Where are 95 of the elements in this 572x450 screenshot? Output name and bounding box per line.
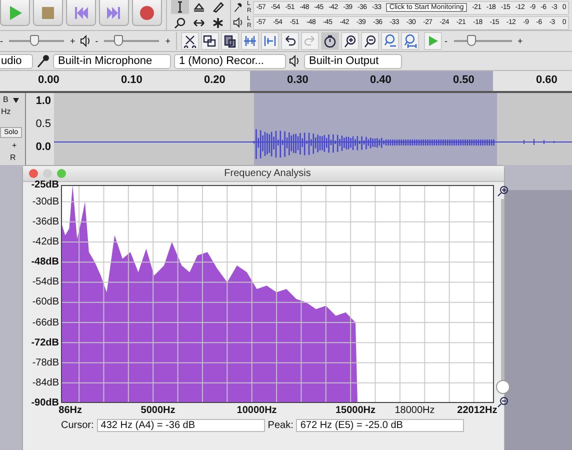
minus-label: - — [95, 36, 98, 46]
paste-button[interactable] — [220, 32, 239, 50]
zoom-in-icon[interactable] — [497, 185, 509, 197]
skip-start-button[interactable] — [66, 0, 96, 26]
axis-label: 15000Hz — [336, 405, 376, 416]
time-label: 0.50 — [453, 74, 474, 86]
plus-label: + — [165, 36, 171, 46]
select-tool[interactable] — [171, 0, 189, 14]
microphone-icon — [36, 54, 50, 68]
input-channels-select[interactable]: 1 (Mono) Recor... — [174, 54, 286, 68]
multi-icon — [212, 16, 224, 28]
zoom-icon — [174, 16, 186, 28]
zoom-out-button[interactable] — [360, 32, 379, 50]
record-button[interactable] — [132, 0, 162, 26]
track-name[interactable]: B — [3, 95, 8, 104]
plus-label: + — [518, 36, 523, 46]
axis-label: -72dB — [31, 337, 59, 348]
amplitude-label: 0.0 — [36, 141, 51, 153]
sync-icon — [322, 34, 337, 48]
axis-label: -25dB — [31, 180, 59, 190]
time-label: 0.40 — [370, 74, 392, 86]
speaker-icon[interactable] — [233, 17, 245, 28]
undo-icon — [282, 34, 297, 48]
zoom-in-button[interactable] — [340, 32, 359, 50]
copy-button[interactable] — [200, 32, 219, 50]
cursor-label: Cursor: — [61, 420, 94, 431]
zoom-out-icon[interactable] — [497, 396, 509, 408]
axis-label: 18000Hz — [394, 405, 435, 416]
axis-label: -66dB — [32, 317, 59, 328]
axis-label: 86Hz — [58, 405, 82, 416]
cut-button[interactable] — [180, 32, 199, 50]
speaker-icon — [80, 35, 92, 47]
paste-icon — [222, 34, 237, 48]
axis-label: -48dB — [31, 256, 59, 268]
trim-button[interactable] — [240, 32, 259, 50]
axis-label: -36dB — [32, 216, 59, 228]
record-icon — [138, 4, 156, 22]
slider-thumb[interactable] — [466, 35, 476, 46]
output-device-select[interactable]: Built-in Output — [304, 54, 402, 68]
fit-project-button[interactable] — [400, 32, 419, 50]
peak-field: 672 Hz (E5) = -25.0 dB — [296, 419, 464, 432]
gain-label: + — [12, 141, 17, 150]
input-device-select[interactable]: Built-in Microphone — [53, 54, 171, 68]
close-button[interactable] — [29, 169, 38, 178]
plus-label: + — [70, 36, 76, 46]
cursor-field: 432 Hz (A4) = -36 dB — [96, 419, 265, 432]
dropdown-caret-icon[interactable] — [13, 98, 19, 103]
axis-label: -84dB — [32, 377, 59, 388]
axis-label: -42dB — [32, 236, 59, 248]
axis-label: 10000Hz — [236, 405, 277, 416]
axis-label: -54dB — [32, 276, 59, 288]
spectrum-chart[interactable] — [61, 185, 494, 403]
fit-project-icon — [402, 34, 417, 48]
fit-selection-icon — [382, 34, 397, 48]
axis-label: -90dB — [31, 398, 59, 408]
time-label: 0.60 — [536, 74, 558, 86]
slider-thumb[interactable] — [496, 380, 510, 394]
window-title: Frequency Analysis — [223, 168, 312, 179]
slider-thumb[interactable] — [114, 35, 124, 46]
sync-button[interactable] — [320, 32, 339, 50]
trim-icon — [242, 34, 257, 48]
redo-icon — [302, 34, 317, 48]
amplitude-label: 0.5 — [36, 118, 51, 130]
envelope-icon — [193, 1, 205, 13]
time-label: 0.00 — [38, 74, 60, 86]
silence-button[interactable] — [260, 32, 279, 50]
axis-label: -60dB — [32, 296, 59, 308]
speaker-icon — [289, 55, 301, 67]
sample-rate-label: Hz — [1, 107, 11, 116]
fit-selection-button[interactable] — [380, 32, 399, 50]
silence-icon — [262, 34, 277, 48]
zoom-out-icon — [362, 34, 377, 48]
axis-label: 22012Hz — [457, 405, 498, 416]
timeshift-icon — [193, 16, 205, 28]
amplitude-label: 1.0 — [36, 95, 51, 107]
zoom-in-icon — [342, 34, 357, 48]
skip-end-button[interactable] — [99, 0, 129, 26]
stop-button[interactable] — [33, 0, 63, 26]
time-label: 0.10 — [121, 74, 142, 86]
minus-label: - — [0, 36, 3, 46]
axis-label: -78dB — [32, 357, 59, 368]
time-label: 0.20 — [204, 74, 226, 86]
axis-label: -30dB — [32, 196, 59, 208]
pan-label: R — [10, 153, 16, 162]
undo-button[interactable] — [280, 32, 299, 50]
peak-label: Peak: — [268, 420, 294, 431]
timeline-ruler[interactable]: 0.00 0.10 0.20 0.30 0.40 0.50 0.60 — [0, 71, 572, 93]
draw-icon — [212, 1, 224, 13]
minus-label: - — [444, 36, 448, 46]
time-label: 0.30 — [287, 74, 308, 86]
audio-host-select[interactable]: udio — [0, 54, 33, 68]
copy-icon — [202, 34, 217, 48]
cut-icon — [182, 34, 197, 48]
axis-label: 5000Hz — [140, 405, 176, 416]
slider-thumb[interactable] — [30, 35, 39, 46]
